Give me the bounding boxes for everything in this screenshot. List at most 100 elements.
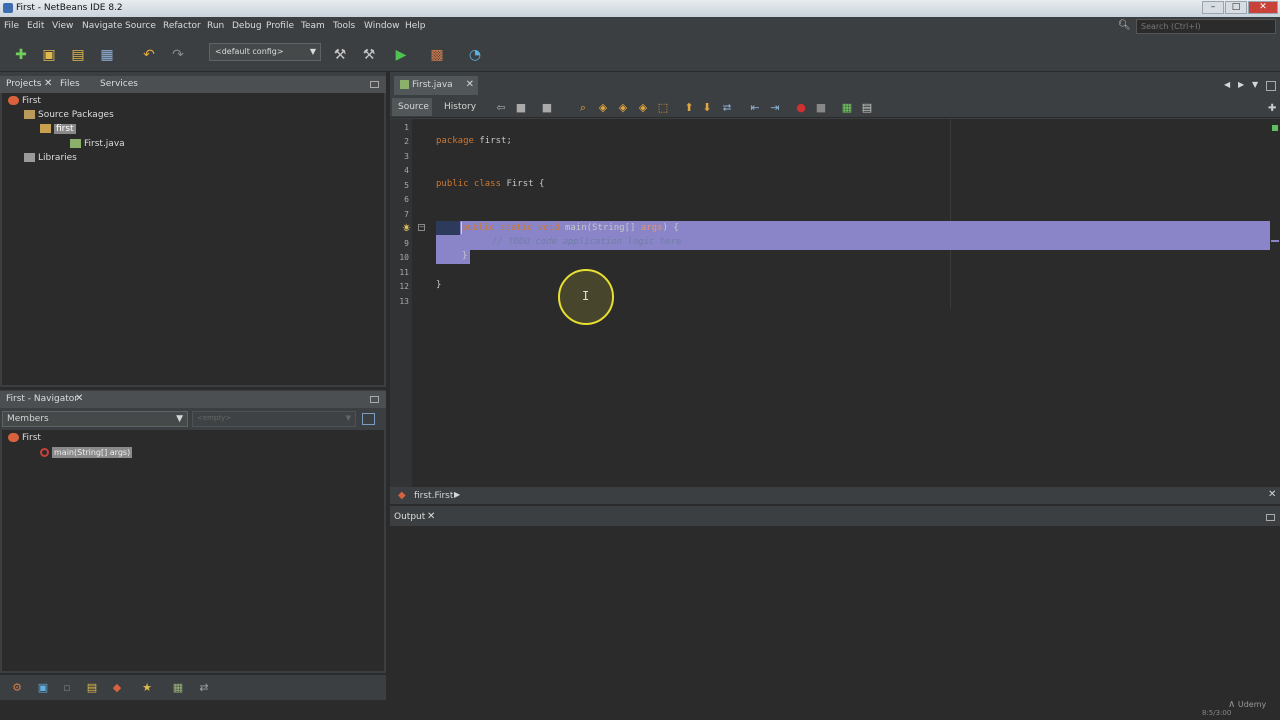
shift-right-icon[interactable]: ⇥ (768, 101, 782, 115)
scroll-left-icon[interactable]: ◀ (1224, 80, 1230, 89)
chevron-down-icon: ▼ (176, 414, 183, 424)
package-folder-icon (24, 110, 35, 119)
toggle-bookmark-icon[interactable]: ⮂ (720, 101, 734, 115)
tab-source[interactable]: Source (392, 98, 432, 116)
members-select[interactable]: Members ▼ (2, 411, 188, 427)
close-icon[interactable]: ✕ (75, 393, 83, 410)
fold-icon[interactable]: − (418, 224, 425, 231)
breadcrumb-item[interactable]: first.First (414, 491, 453, 501)
minimize-panel-icon[interactable] (370, 81, 379, 88)
menu-source[interactable]: Source (125, 21, 156, 31)
open-project-icon[interactable]: ▤ (69, 46, 87, 64)
next-bookmark-icon[interactable]: ⬇ (700, 101, 714, 115)
code-line-12: } (436, 280, 442, 290)
back-icon[interactable]: ■ (514, 101, 528, 115)
minimize-panel-icon[interactable] (370, 396, 379, 403)
navigator-title[interactable]: First - Navigator (6, 394, 78, 411)
members-select-value: Members (7, 414, 49, 424)
menu-view[interactable]: View (52, 21, 73, 31)
code-line-8: public static void main(String[] args) { (462, 223, 679, 233)
clean-build-icon[interactable]: ⚒ (360, 46, 378, 64)
error-stripe-ok-icon (1272, 125, 1278, 131)
forward-icon[interactable]: ■ (540, 101, 554, 115)
new-file-icon[interactable]: ✚ (12, 46, 30, 64)
filter-icon[interactable] (362, 413, 375, 425)
minimize-panel-icon[interactable] (1266, 514, 1275, 521)
undo-icon[interactable]: ↶ (140, 46, 158, 64)
empty-select[interactable]: <empty> ▼ (192, 411, 356, 427)
minimize-button[interactable]: – (1202, 1, 1224, 14)
code-area[interactable] (412, 119, 1280, 487)
profile-icon[interactable]: ◔ (466, 46, 484, 64)
hint-bulb-icon[interactable]: ☀ (402, 223, 411, 234)
split-editor-icon[interactable]: ✚ (1268, 103, 1276, 114)
config-select[interactable]: <default config> ▼ (209, 43, 321, 61)
tree-package-first[interactable]: first (40, 124, 76, 134)
timestamp: 8:5/3:00 (1202, 709, 1232, 717)
maximize-editor-icon[interactable] (1266, 81, 1276, 91)
line-number: 10 (399, 253, 409, 262)
chevron-down-icon: ▼ (345, 414, 351, 422)
menu-navigate[interactable]: Navigate (82, 21, 122, 31)
uncomment-icon[interactable]: ▤ (860, 101, 874, 115)
save-all-icon[interactable]: ▦ (98, 46, 116, 64)
tab-first-java[interactable]: First.java ✕ (394, 76, 478, 95)
chevron-down-icon[interactable]: ▼ (1252, 80, 1258, 89)
tree-libraries[interactable]: Libraries (24, 153, 77, 163)
find-icon[interactable]: ⌕ (576, 101, 590, 115)
tree-source-packages[interactable]: Source Packages (24, 110, 114, 120)
menu-window[interactable]: Window (364, 21, 400, 31)
menu-debug[interactable]: Debug (232, 21, 262, 31)
favorites-icon[interactable]: ★ (138, 679, 156, 697)
last-edit-icon[interactable]: ⇦ (494, 101, 508, 115)
plugin-icon[interactable]: ⚙ (8, 679, 26, 697)
close-icon[interactable]: ✕ (1268, 489, 1276, 500)
run-icon[interactable]: ▶ (392, 46, 410, 64)
services-icon[interactable]: ◆ (108, 679, 126, 697)
start-macro-icon[interactable]: ● (794, 101, 808, 115)
comment-icon[interactable]: ▦ (840, 101, 854, 115)
code-line-9: // TODO code application logic here (492, 237, 682, 247)
close-window-button[interactable]: ✕ (1248, 1, 1278, 14)
menu-run[interactable]: Run (207, 21, 224, 31)
code-line-10: } (462, 251, 468, 261)
menu-help[interactable]: Help (405, 21, 426, 31)
debug-icon[interactable]: ▩ (428, 46, 446, 64)
find-previous-icon[interactable]: ◈ (596, 101, 610, 115)
terminal-icon[interactable]: ▫ (58, 679, 76, 697)
new-project-icon[interactable]: ▣ (40, 46, 58, 64)
output-window-icon[interactable]: ▦ (169, 679, 187, 697)
menu-refactor[interactable]: Refactor (163, 21, 201, 31)
toggle-rect-selection-icon[interactable]: ⬚ (656, 101, 670, 115)
navigator-tree: First main(String[] args) (2, 430, 384, 671)
menu-profile[interactable]: Profile (266, 21, 294, 31)
toggle-highlight-icon[interactable]: ◈ (636, 101, 650, 115)
tab-history[interactable]: History (438, 98, 482, 116)
previous-bookmark-icon[interactable]: ⬆ (682, 101, 696, 115)
menu-edit[interactable]: Edit (27, 21, 44, 31)
nav-class-first[interactable]: First (8, 433, 41, 443)
tree-label: first (54, 124, 76, 134)
tasks-icon[interactable]: ▤ (83, 679, 101, 697)
maximize-button[interactable]: □ (1225, 1, 1247, 14)
search-input[interactable]: Search (Ctrl+I) (1136, 19, 1276, 34)
scroll-right-icon[interactable]: ▶ (1238, 80, 1244, 89)
tree-file-first-java[interactable]: First.java (70, 139, 125, 149)
tab-label: First.java (412, 80, 453, 90)
menu-file[interactable]: File (4, 21, 19, 31)
tree-project-first[interactable]: First (8, 96, 41, 106)
tree-label: First.java (84, 139, 125, 149)
line-number: 5 (404, 181, 409, 190)
window-icon[interactable]: ▣ (34, 679, 52, 697)
find-next-icon[interactable]: ◈ (616, 101, 630, 115)
close-icon[interactable]: ✕ (466, 79, 474, 90)
build-icon[interactable]: ⚒ (331, 46, 349, 64)
shift-left-icon[interactable]: ⇤ (748, 101, 762, 115)
code-token: package (436, 136, 474, 146)
stop-macro-icon[interactable]: ■ (814, 101, 828, 115)
redo-icon[interactable]: ↷ (169, 46, 187, 64)
menu-tools[interactable]: Tools (333, 21, 355, 31)
nav-method-main[interactable]: main(String[] args) (40, 447, 133, 458)
history-icon[interactable]: ⇄ (195, 679, 213, 697)
menu-team[interactable]: Team (301, 21, 325, 31)
